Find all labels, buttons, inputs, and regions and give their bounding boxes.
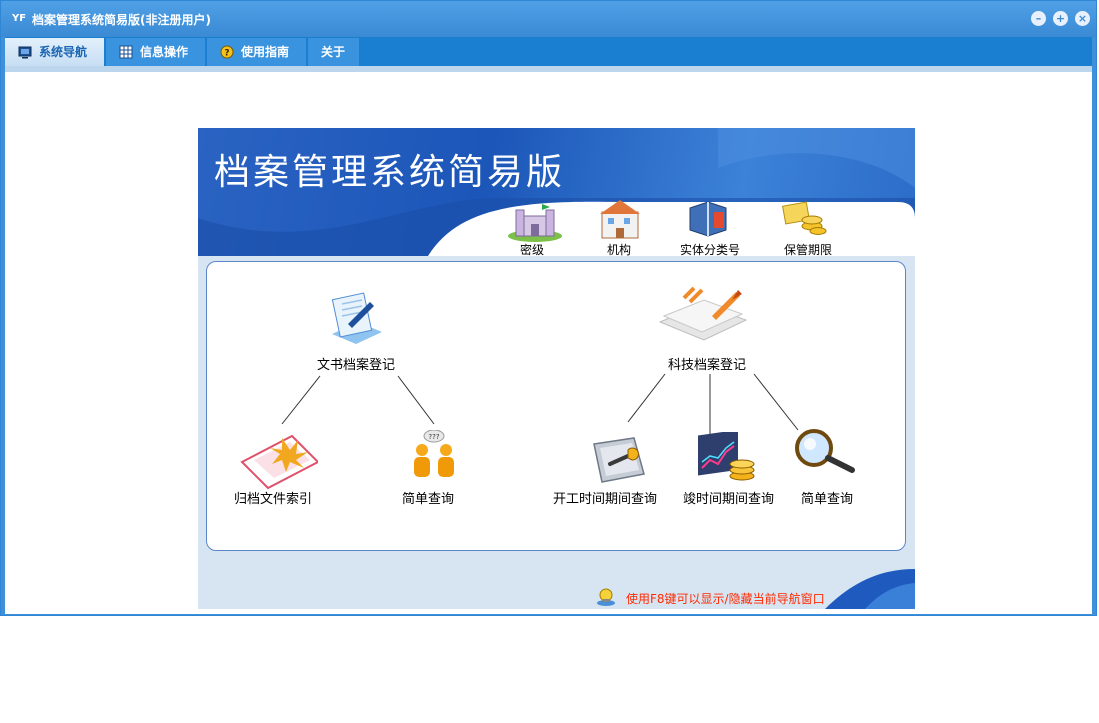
magnifier-icon (795, 429, 855, 473)
node-label: 文书档案登记 (317, 358, 396, 373)
tab-about[interactable]: 关于 (308, 38, 360, 66)
window-title: 档案管理系统简易版(非注册用户) (32, 13, 211, 27)
node-label: 简单查询 (402, 492, 455, 507)
connector-lines (281, 373, 799, 434)
document-pen-icon (331, 292, 382, 344)
tab-label: 系统导航 (39, 45, 88, 59)
node-label: 简单查询 (801, 492, 854, 507)
tab-user-guide[interactable]: ? 使用指南 (207, 38, 307, 66)
grid-icon (119, 45, 133, 59)
node-label: 开工时间期间查询 (553, 492, 658, 507)
folder-leaf-icon (240, 434, 320, 490)
tech-simple-query-button[interactable] (792, 426, 856, 480)
tab-system-nav[interactable]: 系统导航 (5, 38, 105, 66)
minimize-icon[interactable]: – (1031, 11, 1046, 26)
tech-archive-register-button[interactable] (654, 282, 750, 352)
restore-icon[interactable]: + (1053, 11, 1068, 26)
navigation-panel: 档案管理系统简易版 密级 机构 实体分类号 保管期限 文书档案登记 科技档案登记… (198, 128, 915, 609)
doc-simple-query-button[interactable]: ??? (404, 429, 464, 488)
papers-pen-icon (658, 286, 748, 341)
start-date-query-button[interactable] (588, 434, 650, 490)
yf-logo-icon: YF (12, 13, 27, 24)
menu-bar: 系统导航 信息操作 ? 使用指南 关于 (5, 37, 1092, 66)
title-bar: YF 档案管理系统简易版(非注册用户) – + × (1, 1, 1096, 37)
tab-label: 关于 (321, 45, 346, 59)
tip-bulb-icon (597, 588, 615, 606)
help-icon: ? (220, 45, 234, 59)
tab-label: 使用指南 (241, 45, 290, 59)
f8-tip-text: 使用F8键可以显示/隐藏当前导航窗口 (626, 592, 825, 606)
archive-file-index-button[interactable] (238, 428, 320, 496)
svg-text:?: ? (224, 49, 229, 59)
node-label: 竣时间期间查询 (683, 492, 775, 507)
tab-label: 信息操作 (140, 45, 189, 59)
chart-coins-icon (698, 429, 755, 481)
corner-wave (825, 569, 915, 609)
people-question-icon: ??? (414, 429, 454, 477)
node-label: 归档文件索引 (234, 492, 313, 507)
completion-date-query-button[interactable] (694, 429, 760, 490)
close-icon[interactable]: × (1075, 11, 1090, 26)
tab-info-ops[interactable]: 信息操作 (106, 38, 206, 66)
svg-text:???: ??? (428, 433, 439, 441)
wrench-plate-icon (593, 437, 645, 483)
monitor-icon (18, 46, 32, 59)
document-archive-register-button[interactable] (326, 290, 386, 352)
node-label: 科技档案登记 (668, 358, 747, 373)
